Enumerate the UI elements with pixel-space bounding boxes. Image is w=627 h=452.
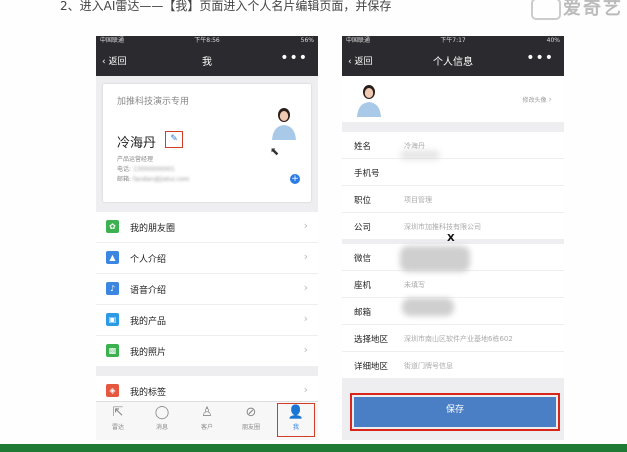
- field-label: 座机: [354, 281, 372, 291]
- more-icon[interactable]: •••: [526, 50, 554, 66]
- field-label: 邮箱: [354, 308, 372, 318]
- tab-bar: ⇱ 雷达 ◯ 消息 ♙ 客户 ⊘ 朋友圈 👤 我: [96, 401, 318, 440]
- form-row[interactable]: 选择地区 深圳市南山区软件产业基地6栋602: [342, 325, 564, 352]
- edit-card-button[interactable]: ✎: [165, 131, 183, 148]
- redaction-blur: [400, 150, 440, 160]
- field-list-a: 姓名 冷海丹手机号职位 项目管理公司 深圳市加推科技有限公司: [342, 132, 564, 240]
- microphone-icon: ♪: [106, 282, 119, 295]
- field-value[interactable]: 街道门牌号信息: [404, 361, 453, 371]
- x-mark: X: [447, 233, 455, 244]
- message-icon: ◯: [154, 405, 170, 420]
- save-button[interactable]: 保存: [354, 397, 556, 427]
- card-name: 冷海丹: [117, 136, 157, 151]
- nav-bar: ‹ 返回 个人信息 •••: [342, 46, 564, 76]
- chevron-right-icon: ›: [303, 219, 308, 232]
- tab-label: 客户: [200, 424, 213, 431]
- field-value[interactable]: 深圳市加推科技有限公司: [404, 222, 481, 232]
- form-row[interactable]: 姓名 冷海丹: [342, 132, 564, 159]
- tab-radar[interactable]: ⇱ 雷达: [100, 404, 136, 438]
- menu-item-label: 我的产品: [130, 317, 167, 327]
- field-label: 手机号: [354, 169, 380, 179]
- phone-me-page: 中国联通 下午8:56 56% ‹ 返回 我 ••• 加推科技演示专用 ⬉ 冷海…: [96, 36, 318, 440]
- card-email: 邮箱: fandan@jiatui.com: [117, 176, 190, 183]
- form-row[interactable]: 职位 项目管理: [342, 186, 564, 213]
- watermark-logo: 爱奇艺: [531, 0, 623, 20]
- status-bar: 中国联通 下午8:56 56%: [96, 36, 318, 46]
- save-highlight: 保存: [350, 393, 560, 431]
- field-value[interactable]: 未填写: [404, 280, 425, 290]
- chevron-right-icon: ›: [303, 343, 308, 356]
- change-photo-label: 修改头像 ›: [522, 95, 552, 105]
- box-icon: ▣: [106, 313, 119, 326]
- field-value[interactable]: 深圳市南山区软件产业基地6栋602: [404, 334, 513, 344]
- chevron-right-icon: ›: [303, 383, 308, 396]
- redaction-blur: [400, 246, 470, 272]
- chevron-right-icon: ›: [303, 250, 308, 263]
- card-phone: 电话: 13000000001: [117, 166, 175, 173]
- bottom-bar: [0, 444, 627, 452]
- moments-icon: ✿: [106, 220, 119, 233]
- pencil-icon: ✎: [170, 134, 178, 144]
- compass-icon: ⊘: [245, 405, 257, 420]
- menu-item-label: 我的照片: [130, 348, 167, 358]
- menu-item-label: 语音介绍: [130, 286, 167, 296]
- menu-item[interactable]: ✿ 我的朋友圈 ›: [96, 212, 318, 243]
- customers-icon: ♙: [201, 405, 213, 420]
- menu-item[interactable]: ▲ 个人介绍 ›: [96, 243, 318, 274]
- redaction-blur: [402, 298, 454, 316]
- tab-customers[interactable]: ♙ 客户: [189, 404, 225, 438]
- tab-label: 我: [292, 424, 299, 431]
- field-label: 微信: [354, 254, 372, 264]
- field-label: 详细地区: [354, 362, 389, 372]
- change-photo-row[interactable]: 修改头像 ›: [342, 76, 564, 122]
- phone-profile-page: 中国联通 下午7:17 40% ‹ 返回 个人信息 ••• 修改头像 › 姓名冷…: [342, 36, 564, 440]
- person-icon: ▲: [106, 251, 119, 264]
- field-label: 选择地区: [354, 335, 389, 345]
- me-icon: 👤: [287, 405, 305, 420]
- avatar: [269, 104, 299, 140]
- form-row[interactable]: 详细地区 街道门牌号信息: [342, 352, 564, 379]
- radar-icon: ⇱: [112, 405, 124, 420]
- avatar: [354, 81, 384, 117]
- menu-item[interactable]: ♪ 语音介绍 ›: [96, 274, 318, 305]
- chevron-right-icon: ›: [548, 95, 552, 105]
- menu-item[interactable]: ▣ 我的产品 ›: [96, 305, 318, 336]
- more-icon[interactable]: •••: [280, 50, 308, 66]
- photo-icon: ▩: [106, 344, 119, 357]
- menu-item-label: 我的标签: [130, 388, 167, 398]
- tab-label: 消息: [155, 424, 168, 431]
- cursor-icon: ⬉: [270, 145, 280, 158]
- tab-compass[interactable]: ⊘ 朋友圈: [233, 404, 269, 438]
- field-label: 职位: [354, 196, 372, 206]
- status-bar: 中国联通 下午7:17 40%: [342, 36, 564, 46]
- card-company: 加推科技演示专用: [117, 97, 190, 107]
- tab-label: 雷达: [111, 424, 124, 431]
- tag-icon: ◈: [106, 384, 119, 397]
- tab-label: 朋友圈: [241, 424, 260, 431]
- form-row[interactable]: 手机号: [342, 159, 564, 186]
- chevron-right-icon: ›: [303, 281, 308, 294]
- tab-me[interactable]: 👤 我: [277, 403, 315, 437]
- field-label: 公司: [354, 223, 372, 233]
- menu-item-label: 个人介绍: [130, 255, 167, 265]
- plus-circle-icon[interactable]: +: [290, 174, 300, 184]
- form-row[interactable]: 座机 未填写: [342, 271, 564, 298]
- menu-list: ✿ 我的朋友圈 › ▲ 个人介绍 › ♪ 语音介绍 › ▣ 我的产品 › ▩ 我的照片 ›: [96, 212, 318, 366]
- chevron-right-icon: ›: [303, 312, 308, 325]
- nav-bar: ‹ 返回 我 •••: [96, 46, 318, 76]
- field-label: 姓名: [354, 142, 372, 152]
- instruction-text: 2、进入AI雷达——【我】页面进入个人名片编辑页面，并保存: [60, 0, 392, 13]
- field-value[interactable]: 项目管理: [404, 195, 432, 205]
- business-card[interactable]: 加推科技演示专用 ⬉ 冷海丹 ✎ 产品运营经理 电话: 13000000001 …: [103, 84, 311, 202]
- menu-item[interactable]: ▩ 我的照片 ›: [96, 336, 318, 366]
- card-position: 产品运营经理: [117, 156, 154, 163]
- menu-item-label: 我的朋友圈: [130, 224, 176, 234]
- tab-message[interactable]: ◯ 消息: [144, 404, 180, 438]
